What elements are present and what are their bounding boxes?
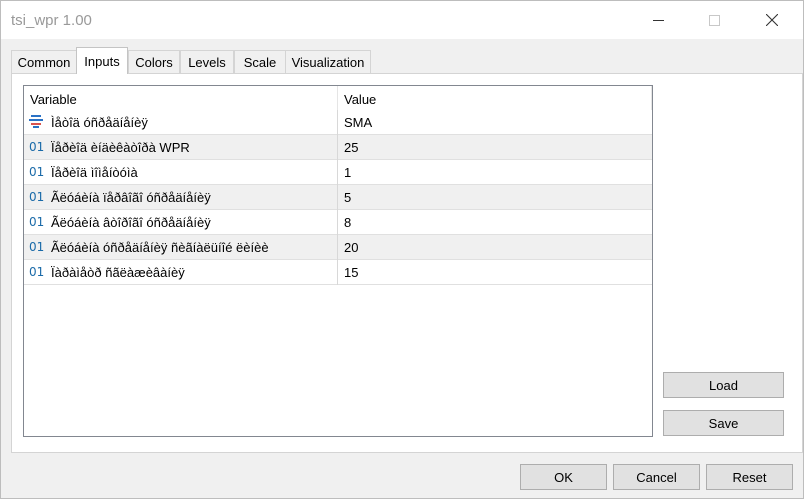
variable-value[interactable]: 8 [344,215,351,230]
tab-scale[interactable]: Scale [234,50,286,73]
int-icon: 01 [29,190,45,204]
variable-name: Ïàðàìåòð ñãëàæèâàíèÿ [51,265,185,280]
close-icon [766,14,778,26]
tab-colors[interactable]: Colors [128,50,180,73]
maximize-icon [708,14,720,26]
variable-value[interactable]: 5 [344,190,351,205]
column-divider [337,135,338,160]
table-row[interactable]: 01 Ïàðàìåòð ñãëàæèâàíèÿ 15 [24,260,652,285]
ok-button-label: OK [554,469,573,485]
table-row[interactable]: 01 Ïåðèîä èíäèêàòîðà WPR 25 [24,135,652,160]
dialog-window: tsi_wpr 1.00 Common Inputs Colors Levels… [0,0,804,499]
tab-label: Inputs [84,53,120,69]
column-divider [337,210,338,235]
table-row[interactable]: 01 Ãëóáèíà ïåðâîãî óñðåäíåíèÿ 5 [24,185,652,210]
variable-value[interactable]: SMA [344,115,372,130]
tab-visualization[interactable]: Visualization [285,50,371,73]
variable-name: Ïåðèîä ìîìåíòóìà [51,165,138,180]
variable-value[interactable]: 20 [344,240,358,255]
int-icon: 01 [29,140,45,154]
tab-inputs[interactable]: Inputs [76,47,128,74]
tab-common[interactable]: Common [11,50,77,73]
tab-label: Colors [135,54,173,70]
variable-value[interactable]: 25 [344,140,358,155]
minimize-icon [652,19,664,21]
maximize-button [691,1,737,39]
table-row[interactable]: 01 Ïåðèîä ìîìåíòóìà 1 [24,160,652,185]
tab-label: Visualization [291,54,365,70]
int-icon: 01 [29,165,45,179]
variable-value[interactable]: 1 [344,165,351,180]
column-divider [337,260,338,285]
variable-value[interactable]: 15 [344,265,358,280]
column-divider [337,185,338,210]
reset-button-label: Reset [732,469,767,485]
minimize-button[interactable] [635,1,681,39]
ok-button[interactable]: OK [520,464,607,490]
cancel-button-label: Cancel [636,469,677,485]
int-icon: 01 [29,265,45,279]
header-divider[interactable] [337,86,338,110]
column-divider [337,110,338,135]
load-button[interactable]: Load [663,372,784,398]
reset-button[interactable]: Reset [706,464,793,490]
window-title: tsi_wpr 1.00 [11,12,92,29]
save-button-label: Save [708,415,739,431]
inputs-grid: Variable Value Ìåòîä óñðåäíåíèÿ SMA 01 Ï… [23,85,653,437]
enum-icon [29,115,43,128]
table-row[interactable]: Ìåòîä óñðåäíåíèÿ SMA [24,110,652,135]
table-row[interactable]: 01 Ãëóáèíà âòîðîãî óñðåäíåíèÿ 8 [24,210,652,235]
column-divider [337,160,338,185]
grid-header: Variable Value [24,86,652,110]
tab-label: Common [17,54,71,70]
tab-label: Levels [188,54,226,70]
save-button[interactable]: Save [663,410,784,436]
table-row[interactable]: 01 Ãëóáèíà óñðåäíåíèÿ ñèãíàëüíîé ëèíèè 2… [24,235,652,260]
column-divider [337,235,338,260]
variable-name: Ìåòîä óñðåäíåíèÿ [51,115,148,130]
int-icon: 01 [29,240,45,254]
cancel-button[interactable]: Cancel [613,464,700,490]
header-divider [651,86,652,110]
close-button[interactable] [749,1,795,39]
int-icon: 01 [29,215,45,229]
variable-name: Ãëóáèíà âòîðîãî óñðåäíåíèÿ [51,215,211,230]
tab-levels[interactable]: Levels [180,50,234,73]
title-bar: tsi_wpr 1.00 [1,1,803,39]
load-button-label: Load [709,377,738,393]
header-value[interactable]: Value [344,92,376,107]
tab-label: Scale [243,54,277,70]
variable-name: Ïåðèîä èíäèêàòîðà WPR [51,140,190,155]
variable-name: Ãëóáèíà óñðåäíåíèÿ ñèãíàëüíîé ëèíèè [51,240,269,255]
variable-name: Ãëóáèíà ïåðâîãî óñðåäíåíèÿ [51,190,211,205]
header-variable[interactable]: Variable [30,92,77,107]
